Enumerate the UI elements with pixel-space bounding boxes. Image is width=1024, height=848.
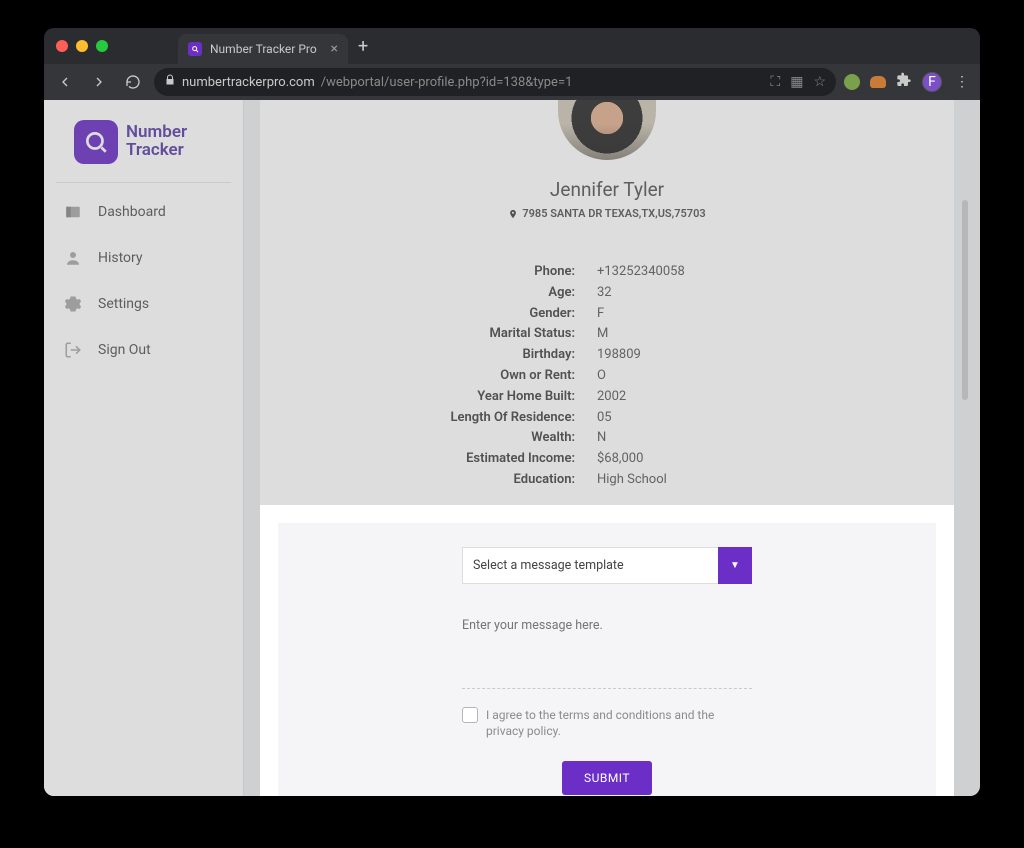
message-textarea[interactable] — [462, 618, 752, 678]
detail-label: Phone: — [397, 262, 597, 283]
detail-value: 2002 — [597, 387, 626, 408]
screen-icon[interactable]: ⛶ — [770, 74, 780, 90]
detail-value: F — [597, 304, 604, 325]
grid-icon[interactable]: ▦ — [790, 74, 803, 90]
detail-label: Estimated Income: — [397, 449, 597, 470]
detail-value: High School — [597, 470, 667, 491]
detail-row: Age:32 — [397, 283, 817, 304]
compose-panel: Select a message template ▼ I agree to t… — [260, 505, 954, 796]
person-icon — [62, 247, 84, 269]
map-pin-icon — [508, 209, 518, 219]
dashboard-icon — [62, 201, 84, 223]
detail-value: M — [597, 324, 608, 345]
profile-card: Jennifer Tyler 7985 SANTA DR TEXAS,TX,US… — [260, 100, 954, 505]
sidebar-item-settings[interactable]: Settings — [56, 281, 231, 327]
lock-icon — [164, 74, 176, 90]
reload-button[interactable] — [120, 69, 146, 95]
template-select-row: Select a message template ▼ — [462, 547, 752, 584]
detail-value: N — [597, 428, 606, 449]
terms-row: I agree to the terms and conditions and … — [462, 707, 752, 739]
detail-label: Own or Rent: — [397, 366, 597, 387]
detail-row: Wealth:N — [397, 428, 817, 449]
logo-text: Number Tracker — [126, 124, 187, 160]
detail-row: Education:High School — [397, 470, 817, 491]
sidebar-divider — [56, 182, 231, 183]
url-action-icons: ⛶ ▦ ☆ — [770, 74, 826, 90]
profile-address: 7985 SANTA DR TEXAS,TX,US,75703 — [260, 207, 954, 220]
detail-value: O — [597, 366, 606, 387]
submit-button[interactable]: SUBMIT — [562, 761, 652, 795]
profile-name: Jennifer Tyler — [260, 178, 954, 201]
extension-1-icon[interactable] — [844, 74, 860, 90]
signout-icon — [62, 339, 84, 361]
sidebar-item-signout[interactable]: Sign Out — [56, 327, 231, 373]
titlebar: Number Tracker Pro × + — [44, 28, 980, 64]
detail-row: Length Of Residence:05 — [397, 408, 817, 429]
url-path: /webportal/user-profile.php?id=138&type=… — [321, 75, 573, 90]
page-viewport: Number Tracker Dashboard History Setting… — [44, 100, 980, 796]
browser-window: Number Tracker Pro × + numbertrackerpro.… — [44, 28, 980, 796]
chevron-down-icon: ▼ — [730, 560, 740, 571]
url-bar[interactable]: numbertrackerpro.com/webportal/user-prof… — [154, 68, 836, 96]
extension-2-icon[interactable] — [870, 76, 886, 88]
detail-row: Own or Rent:O — [397, 366, 817, 387]
profile-avatar-image — [558, 100, 656, 160]
detail-label: Birthday: — [397, 345, 597, 366]
detail-label: Marital Status: — [397, 324, 597, 345]
scrollbar-thumb[interactable] — [962, 200, 968, 400]
app-logo[interactable]: Number Tracker — [74, 120, 231, 164]
detail-row: Marital Status:M — [397, 324, 817, 345]
star-icon[interactable]: ☆ — [813, 74, 826, 90]
main-content: Jennifer Tyler 7985 SANTA DR TEXAS,TX,US… — [244, 100, 970, 796]
detail-value: 05 — [597, 408, 612, 429]
logo-mark-icon — [74, 120, 118, 164]
tab-title: Number Tracker Pro — [210, 42, 317, 56]
sidebar-item-label: History — [98, 250, 143, 266]
forward-button[interactable] — [86, 69, 112, 95]
tab-favicon-icon — [188, 42, 202, 56]
extension-icons: F ⋮ — [844, 72, 972, 92]
gear-icon — [62, 293, 84, 315]
back-button[interactable] — [52, 69, 78, 95]
browser-toolbar: numbertrackerpro.com/webportal/user-prof… — [44, 64, 980, 100]
sidebar-item-history[interactable]: History — [56, 235, 231, 281]
detail-label: Length Of Residence: — [397, 408, 597, 429]
tab-close-icon[interactable]: × — [331, 41, 338, 57]
window-controls — [56, 40, 108, 52]
detail-row: Gender:F — [397, 304, 817, 325]
close-window-button[interactable] — [56, 40, 68, 52]
profile-details-list: Phone:+13252340058Age:32Gender:FMarital … — [397, 262, 817, 491]
detail-label: Education: — [397, 470, 597, 491]
chrome-menu-icon[interactable]: ⋮ — [952, 74, 972, 90]
detail-value: $68,000 — [597, 449, 643, 470]
maximize-window-button[interactable] — [96, 40, 108, 52]
divider — [462, 688, 752, 689]
browser-tab[interactable]: Number Tracker Pro × — [178, 34, 348, 64]
template-select[interactable]: Select a message template — [462, 547, 718, 584]
detail-value: +13252340058 — [597, 262, 685, 283]
new-tab-button[interactable]: + — [358, 36, 368, 57]
terms-text: I agree to the terms and conditions and … — [486, 707, 752, 739]
detail-row: Phone:+13252340058 — [397, 262, 817, 283]
sidebar-item-label: Sign Out — [98, 342, 151, 358]
detail-label: Wealth: — [397, 428, 597, 449]
detail-row: Estimated Income:$68,000 — [397, 449, 817, 470]
detail-value: 32 — [597, 283, 612, 304]
sidebar-item-label: Settings — [98, 296, 149, 312]
detail-value: 198809 — [597, 345, 641, 366]
detail-row: Year Home Built:2002 — [397, 387, 817, 408]
extensions-puzzle-icon[interactable] — [896, 72, 912, 92]
app-sidebar: Number Tracker Dashboard History Setting… — [44, 100, 244, 796]
sidebar-item-dashboard[interactable]: Dashboard — [56, 189, 231, 235]
detail-label: Age: — [397, 283, 597, 304]
detail-label: Gender: — [397, 304, 597, 325]
url-host: numbertrackerpro.com — [182, 75, 315, 90]
detail-row: Birthday:198809 — [397, 345, 817, 366]
terms-checkbox[interactable] — [462, 707, 478, 723]
minimize-window-button[interactable] — [76, 40, 88, 52]
sidebar-item-label: Dashboard — [98, 204, 166, 220]
template-dropdown-button[interactable]: ▼ — [718, 547, 752, 584]
profile-avatar-button[interactable]: F — [922, 72, 942, 92]
detail-label: Year Home Built: — [397, 387, 597, 408]
